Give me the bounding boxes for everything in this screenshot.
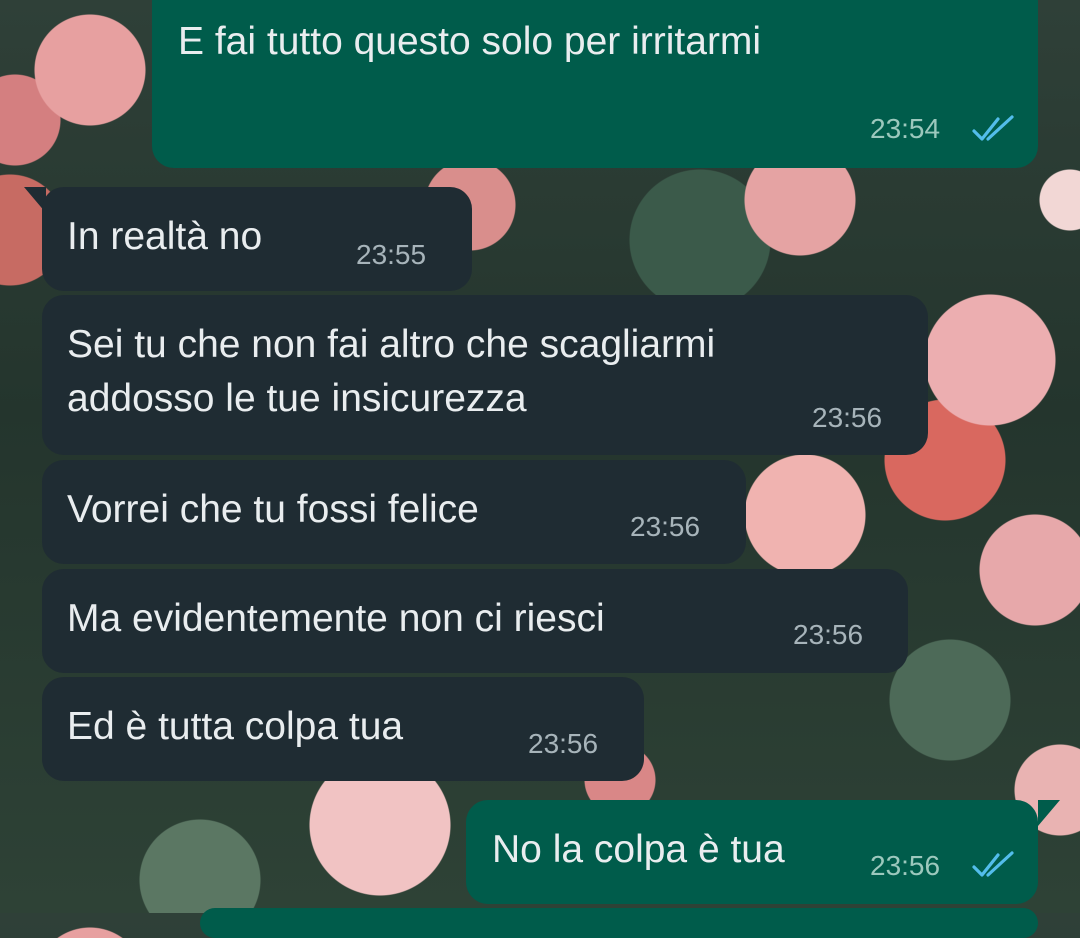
message-time: 23:56 bbox=[793, 619, 864, 650]
message-time: 23:54 bbox=[870, 113, 941, 144]
message-text-line-2: addosso le tue insicurezza bbox=[67, 377, 527, 420]
message-text: E fai tutto questo solo per irritarmi bbox=[178, 20, 762, 63]
message-bubble-incoming[interactable]: Sei tu che non fai altro che scagliarmi … bbox=[42, 295, 928, 455]
double-check-icon bbox=[972, 115, 1014, 141]
message-bubble-outgoing[interactable]: No la colpa è tua 23:56 bbox=[466, 800, 1038, 904]
message-bubble-incoming[interactable]: Ed è tutta colpa tua 23:56 bbox=[42, 677, 644, 781]
message-text: Vorrei che tu fossi felice bbox=[67, 488, 479, 531]
message-text: No la colpa è tua bbox=[492, 828, 785, 871]
message-text: In realtà no bbox=[67, 215, 263, 258]
message-time: 23:56 bbox=[528, 728, 599, 759]
double-check-icon bbox=[972, 851, 1014, 877]
bubble-tail bbox=[1038, 800, 1060, 826]
message-bubble-incoming[interactable]: In realtà no 23:55 bbox=[42, 187, 472, 291]
message-bubble-incoming[interactable]: Ma evidentemente non ci riesci 23:56 bbox=[42, 569, 908, 673]
message-bubble-outgoing[interactable]: E fai tutto questo solo per irritarmi 23… bbox=[152, 0, 1038, 168]
message-bubble-incoming[interactable]: Vorrei che tu fossi felice 23:56 bbox=[42, 460, 746, 564]
message-text: Ma evidentemente non ci riesci bbox=[67, 597, 605, 640]
message-time: 23:56 bbox=[630, 511, 701, 542]
message-time: 23:55 bbox=[356, 239, 427, 270]
message-text-line-1: Sei tu che non fai altro che scagliarmi bbox=[67, 323, 716, 366]
message-text: Ed è tutta colpa tua bbox=[67, 705, 404, 748]
message-time: 23:56 bbox=[870, 850, 941, 881]
message-time: 23:56 bbox=[812, 402, 883, 433]
